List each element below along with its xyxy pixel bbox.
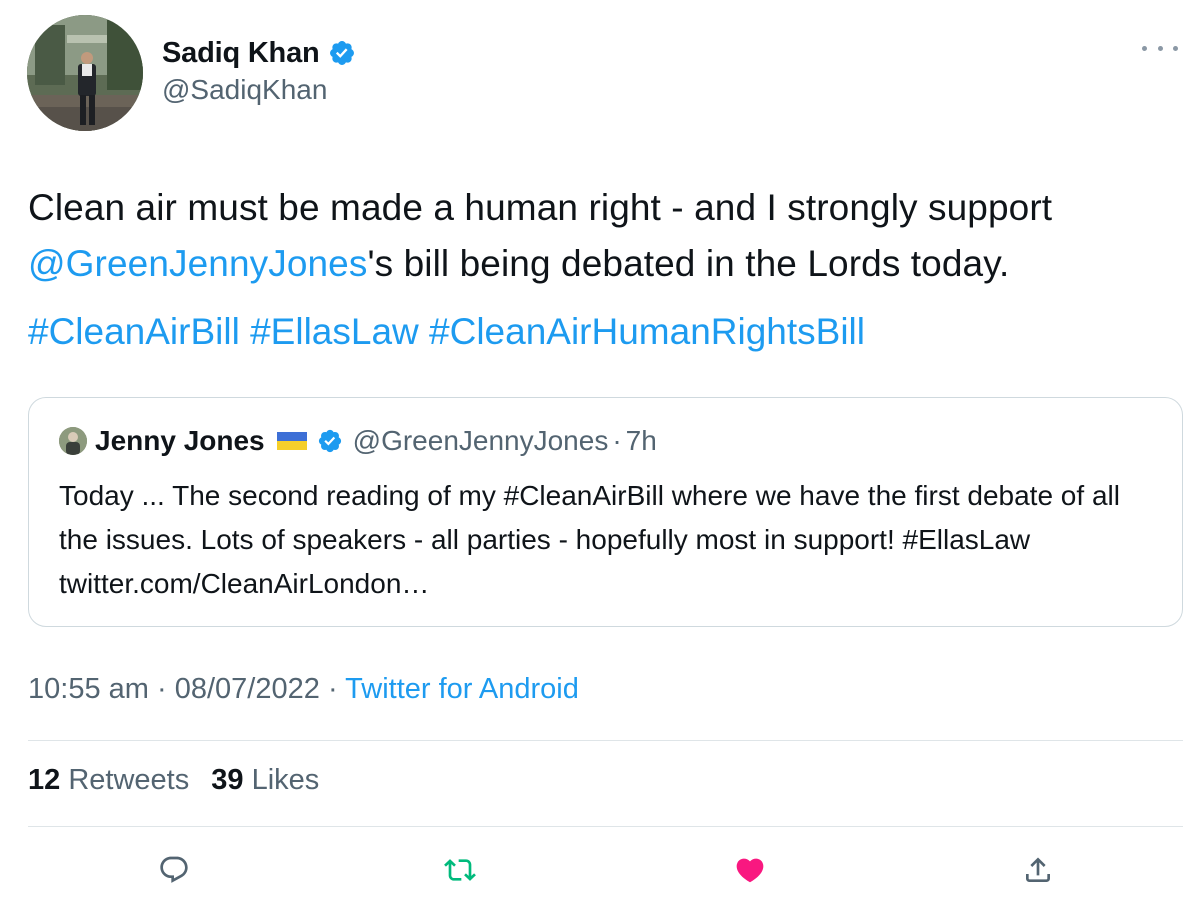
share-icon xyxy=(1026,857,1050,882)
tweet-time[interactable]: 10:55 am xyxy=(28,673,149,705)
quoted-tweet[interactable]: Jenny Jones @GreenJennyJones · 7h Today … xyxy=(28,397,1183,627)
tweet-text-part: 's bill being debated in the Lords today… xyxy=(367,243,1010,284)
tweet-text: Clean air must be made a human right - a… xyxy=(28,180,1178,292)
ukraine-flag-icon xyxy=(276,432,307,450)
hashtag-link[interactable]: #EllasLaw xyxy=(250,311,419,352)
like-button[interactable] xyxy=(732,852,768,888)
hashtag-link[interactable]: #CleanAirHumanRightsBill xyxy=(429,311,865,352)
hashtag-list: #CleanAirBill #EllasLaw #CleanAirHumanRi… xyxy=(28,304,865,360)
meta-separator: · xyxy=(156,673,167,705)
reply-button[interactable] xyxy=(156,852,192,888)
retweets-stat[interactable]: 12 Retweets xyxy=(28,764,189,796)
heart-icon xyxy=(736,858,764,883)
quoted-time: 7h xyxy=(625,425,657,456)
author-name-row: Sadiq Khan xyxy=(162,33,356,73)
more-dot-icon xyxy=(1173,45,1178,51)
author-handle[interactable]: @SadiqKhan xyxy=(162,74,327,106)
reply-icon xyxy=(160,856,188,883)
tweet-date[interactable]: 08/07/2022 xyxy=(175,673,320,705)
likes-label: Likes xyxy=(251,764,320,796)
likes-stat[interactable]: 39 Likes xyxy=(211,764,319,796)
author-display-name[interactable]: Sadiq Khan xyxy=(162,37,320,70)
quoted-tweet-text: Today ... The second reading of my #Clea… xyxy=(59,480,1120,599)
hashtag-link[interactable]: #CleanAirBill xyxy=(28,311,240,352)
verified-badge-icon xyxy=(318,429,341,453)
tweet-stats: 12 Retweets 39 Likes xyxy=(28,764,333,797)
divider xyxy=(28,826,1183,827)
quoted-author-avatar xyxy=(59,427,87,455)
tweet-detail: Sadiq Khan @SadiqKhan Clean air must be … xyxy=(0,0,1200,899)
mention-link[interactable]: @GreenJennyJones xyxy=(28,243,367,284)
quoted-header: Jenny Jones @GreenJennyJones · 7h xyxy=(95,422,657,460)
tweet-meta: 10:55 am · 08/07/2022 · Twitter for Andr… xyxy=(28,673,579,706)
retweet-button[interactable] xyxy=(442,852,478,888)
retweet-icon xyxy=(444,859,476,881)
retweets-label: Retweets xyxy=(68,764,190,796)
quoted-author-name: Jenny Jones xyxy=(95,425,265,456)
tweet-source-link[interactable]: Twitter for Android xyxy=(345,673,579,705)
divider xyxy=(28,740,1183,741)
retweets-count: 12 xyxy=(28,764,61,796)
share-button[interactable] xyxy=(1020,852,1056,888)
more-dot-icon xyxy=(1142,45,1147,51)
quoted-author-handle: @GreenJennyJones xyxy=(352,425,609,456)
author-avatar[interactable] xyxy=(27,15,143,131)
likes-count: 39 xyxy=(211,764,244,796)
quoted-separator: · xyxy=(612,425,622,456)
more-options-button[interactable] xyxy=(1142,38,1178,58)
more-dot-icon xyxy=(1157,45,1163,51)
verified-badge-icon xyxy=(329,41,354,65)
meta-separator: · xyxy=(327,673,338,705)
tweet-text-part: Clean air must be made a human right - a… xyxy=(28,187,1053,228)
